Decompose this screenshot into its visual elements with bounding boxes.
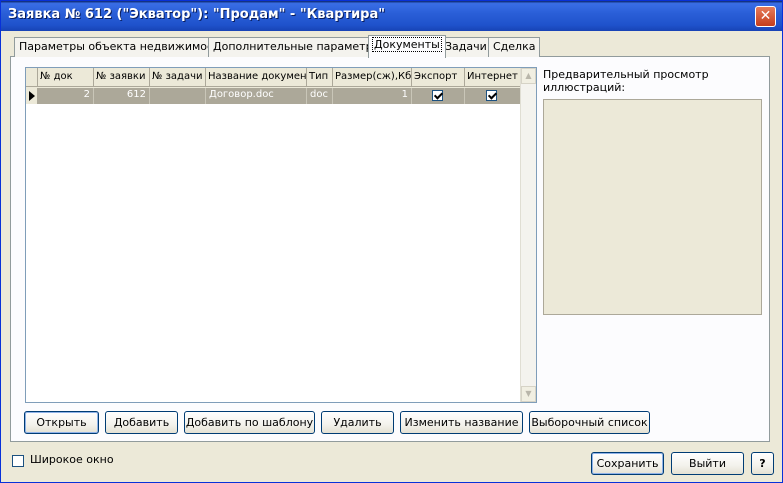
cell-doc-name[interactable]: Договор.doc <box>206 88 307 104</box>
add-from-template-button[interactable]: Добавить по шаблону <box>184 411 315 434</box>
help-button[interactable]: ? <box>751 452 774 475</box>
tab-deal[interactable]: Сделка <box>488 37 541 57</box>
tab-tasks[interactable]: Задачи <box>440 37 492 57</box>
tab-additional-parameters[interactable]: Дополнительные параметры <box>208 37 387 57</box>
window-title: Заявка № 612 ("Экватор"): "Продам" - "Кв… <box>8 7 386 22</box>
header-indicator-cell <box>26 68 38 87</box>
column-header-doc-name[interactable]: Название докумен <box>206 68 307 87</box>
rename-button[interactable]: Изменить название <box>400 411 523 434</box>
tab-documents[interactable]: Документы <box>368 35 446 58</box>
add-button[interactable]: Добавить <box>105 411 178 434</box>
cell-type[interactable]: doc <box>307 88 333 104</box>
close-button[interactable]: ✕ <box>755 6 776 27</box>
export-checkbox[interactable] <box>432 90 443 101</box>
column-header-request-no[interactable]: № заявки <box>94 68 150 87</box>
cell-export[interactable] <box>412 88 465 104</box>
current-row-arrow-icon <box>29 91 35 101</box>
column-header-size[interactable]: Размер(сж),Кб <box>333 68 412 87</box>
cell-size[interactable]: 1 <box>333 88 412 104</box>
table-row[interactable]: 2 612 Договор.doc doc 1 <box>26 88 521 104</box>
exit-button[interactable]: Выйти <box>671 452 744 475</box>
internet-checkbox[interactable] <box>486 90 497 101</box>
title-bar: Заявка № 612 ("Экватор"): "Продам" - "Кв… <box>1 1 782 31</box>
column-header-type[interactable]: Тип <box>307 68 333 87</box>
documents-grid[interactable]: № док № заявки № задачи Название докумен… <box>25 67 537 403</box>
selection-list-button[interactable]: Выборочный список <box>529 411 650 434</box>
cell-internet[interactable] <box>465 88 521 104</box>
wide-window-label[interactable]: Широкое окно <box>30 453 114 466</box>
column-header-task-no[interactable]: № задачи <box>150 68 206 87</box>
row-indicator <box>26 88 38 104</box>
save-button[interactable]: Сохранить <box>591 452 664 475</box>
preview-label: Предварительный просмотр иллюстраций: <box>543 68 709 94</box>
scroll-down-icon[interactable]: ▼ <box>521 386 536 402</box>
cell-request-no[interactable]: 612 <box>94 88 150 104</box>
tab-object-parameters[interactable]: Параметры объекта недвижимости <box>14 37 232 57</box>
scroll-up-icon[interactable]: ▲ <box>521 68 536 84</box>
cell-task-no[interactable] <box>150 88 206 104</box>
open-button[interactable]: Открыть <box>24 411 99 434</box>
delete-button[interactable]: Удалить <box>321 411 394 434</box>
dialog-window: Заявка № 612 ("Экватор"): "Продам" - "Кв… <box>0 0 783 483</box>
preview-image-area <box>543 99 762 315</box>
column-header-internet[interactable]: Интернет <box>465 68 521 87</box>
wide-window-checkbox[interactable] <box>12 455 24 467</box>
column-header-doc-no[interactable]: № док <box>38 68 94 87</box>
column-header-export[interactable]: Экспорт <box>412 68 465 87</box>
close-icon: ✕ <box>759 8 772 24</box>
vertical-scrollbar[interactable]: ▲ ▼ <box>520 68 536 402</box>
cell-doc-no[interactable]: 2 <box>38 88 94 104</box>
grid-header: № док № заявки № задачи Название докумен… <box>26 68 521 88</box>
